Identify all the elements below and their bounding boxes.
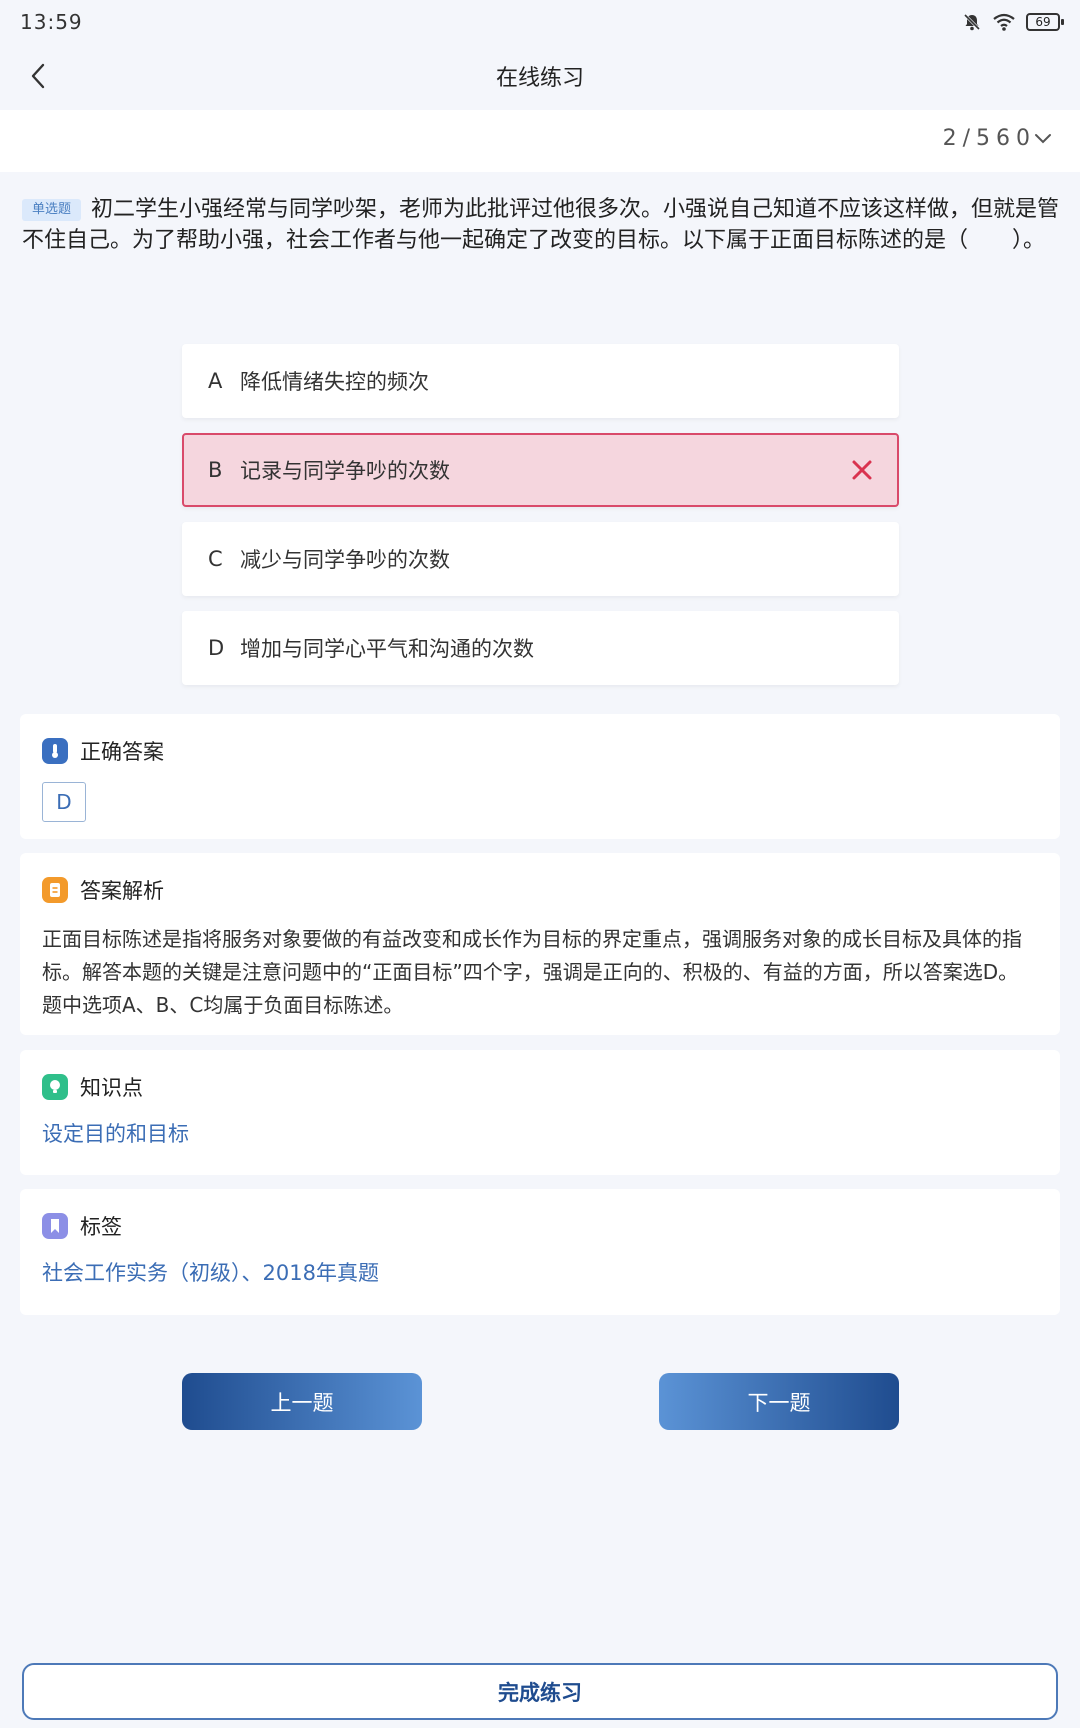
correct-answer-header: 正确答案: [42, 736, 1038, 766]
page-title: 在线练习: [495, 66, 584, 91]
finish-practice-button[interactable]: 完成练习: [22, 1663, 1058, 1720]
status-icons: 69: [962, 12, 1064, 32]
options-list: A 降低情绪失控的频次 B 记录与同学争吵的次数 C 减少与同学争吵的次数 D …: [182, 344, 899, 700]
correct-answer-title: 正确答案: [80, 740, 164, 764]
analysis-title: 答案解析: [80, 879, 164, 903]
option-letter: D: [208, 636, 225, 660]
knowledge-header: 知识点: [42, 1072, 1038, 1102]
option-d[interactable]: D 增加与同学心平气和沟通的次数: [182, 611, 899, 685]
question-block: 单选题 初二学生小强经常与同学吵架，老师为此批评过他很多次。小强说自己知道不应该这…: [22, 194, 1062, 256]
option-a[interactable]: A 降低情绪失控的频次: [182, 344, 899, 418]
battery-icon: 69: [1026, 13, 1064, 31]
back-button[interactable]: [20, 58, 56, 94]
tags-header: 标签: [42, 1211, 1038, 1241]
tags-link[interactable]: 社会工作实务（初级）、2018年真题: [42, 1257, 1038, 1287]
question-counter-bar: 2/560: [0, 110, 1080, 172]
analysis-card: 答案解析 正面目标陈述是指将服务对象要做的有益改变和成长作为目标的界定重点，强调…: [20, 853, 1060, 1035]
document-icon: [42, 877, 68, 903]
status-bar: 13:59 69: [0, 0, 1080, 44]
lightbulb-icon: [42, 1074, 68, 1100]
option-text: 减少与同学争吵的次数: [240, 548, 450, 572]
option-letter: A: [208, 369, 223, 393]
bookmark-icon: [42, 1213, 68, 1239]
nav-bar: 在线练习: [0, 44, 1080, 108]
analysis-text: 正面目标陈述是指将服务对象要做的有益改变和成长作为目标的界定重点，强调服务对象的…: [42, 927, 1022, 1017]
option-text: 记录与同学争吵的次数: [240, 459, 450, 483]
status-time: 13:59: [20, 10, 83, 34]
option-text: 降低情绪失控的频次: [240, 370, 429, 394]
question-type-badge: 单选题: [22, 199, 82, 221]
tags-title: 标签: [80, 1215, 122, 1239]
analysis-header: 答案解析: [42, 875, 1038, 905]
knowledge-card: 知识点 设定目的和目标: [20, 1050, 1060, 1175]
question-counter-text: 2/560: [942, 126, 1036, 151]
battery-level: 69: [1035, 15, 1051, 29]
question-text: 初二学生小强经常与同学吵架，老师为此批评过他很多次。小强说自己知道不应该这样做，…: [22, 197, 1060, 253]
option-letter: C: [208, 547, 223, 571]
option-c[interactable]: C 减少与同学争吵的次数: [182, 522, 899, 596]
tags-card: 标签 社会工作实务（初级）、2018年真题: [20, 1189, 1060, 1315]
knowledge-title: 知识点: [80, 1076, 143, 1100]
option-b[interactable]: B 记录与同学争吵的次数: [182, 433, 899, 507]
option-text: 增加与同学心平气和沟通的次数: [240, 637, 534, 661]
thermometer-icon: [42, 738, 68, 764]
next-question-button[interactable]: 下一题: [659, 1373, 899, 1430]
bell-muted-icon: [963, 13, 981, 31]
chevron-left-icon: [31, 63, 45, 89]
question-counter[interactable]: 2/560: [943, 126, 1052, 151]
wrong-mark-icon: [852, 460, 872, 480]
correct-answer-card: 正确答案 D: [20, 714, 1060, 839]
option-letter: B: [208, 458, 223, 482]
chevron-down-icon: [1035, 133, 1051, 143]
correct-answer-value: D: [42, 782, 86, 822]
wifi-icon: [993, 13, 1015, 31]
prev-question-button[interactable]: 上一题: [182, 1373, 422, 1430]
knowledge-link[interactable]: 设定目的和目标: [42, 1118, 1038, 1148]
